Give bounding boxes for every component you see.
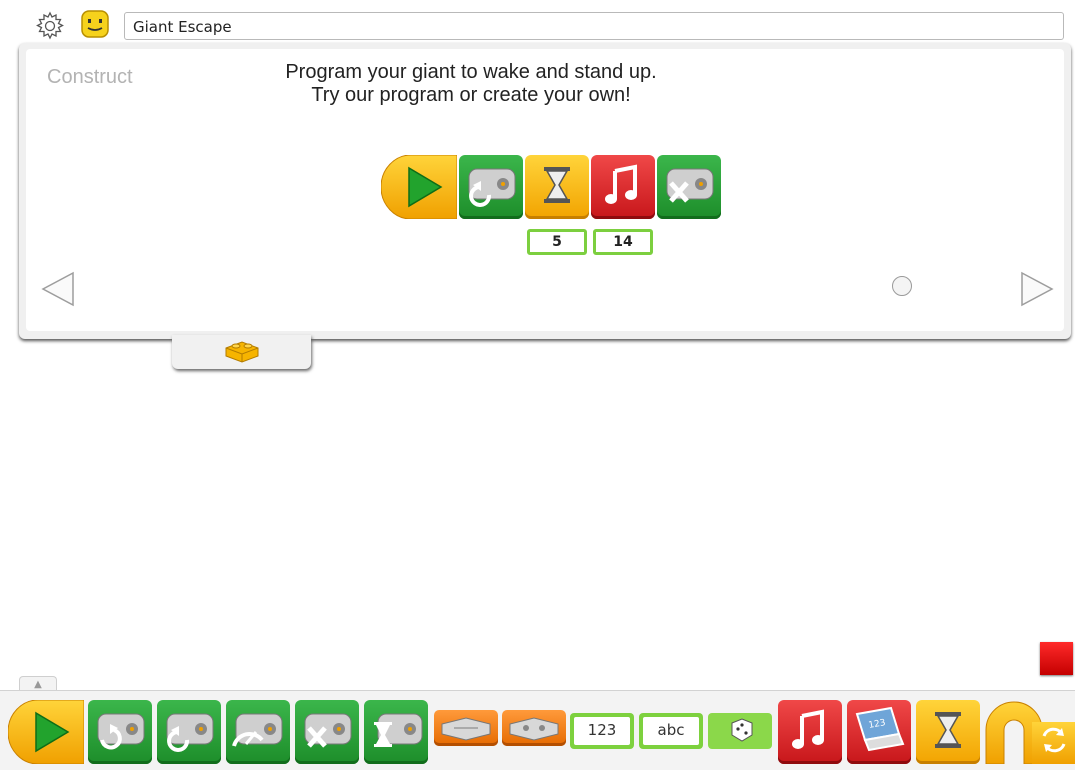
number-input-label: 123: [574, 717, 630, 745]
palette-text-input-block[interactable]: abc: [639, 713, 703, 749]
palette-tilt-sensor-block[interactable]: [434, 710, 498, 746]
palette-wait-for-block[interactable]: [916, 700, 980, 764]
content-page: Construct Program your giant to wake and…: [26, 49, 1064, 331]
previous-page-arrow-icon[interactable]: [39, 269, 79, 309]
project-title-input[interactable]: Giant Escape: [124, 12, 1064, 40]
wait-duration-input[interactable]: 5: [527, 229, 587, 255]
palette-distance-sensor-block[interactable]: [502, 710, 566, 746]
sound-number-input[interactable]: 14: [593, 229, 653, 255]
motor-off-block[interactable]: [657, 155, 721, 219]
instruction-text-line2: Try our program or create your own!: [311, 84, 631, 106]
lego-brick-icon: [224, 338, 260, 364]
section-label: Construct: [47, 66, 133, 88]
palette-repeat-block[interactable]: [984, 700, 1075, 764]
palette-motor-on-for-block[interactable]: [364, 700, 428, 764]
motor-counterclockwise-block[interactable]: [459, 155, 523, 219]
top-bar: Giant Escape: [0, 0, 1075, 46]
start-block[interactable]: [381, 155, 457, 219]
palette-motor-counterclockwise-block[interactable]: [157, 700, 221, 764]
wait-for-block[interactable]: [525, 155, 589, 219]
instruction-text-line1: Program your giant to wake and stand up.: [285, 61, 657, 83]
content-panel: Construct Program your giant to wake and…: [19, 43, 1071, 339]
palette-motor-clockwise-block[interactable]: [88, 700, 152, 764]
palette-motor-off-block[interactable]: [295, 700, 359, 764]
text-input-label: abc: [643, 717, 699, 745]
page-indicator-dot[interactable]: [892, 276, 912, 296]
construct-tab[interactable]: [172, 335, 311, 369]
palette-number-input-block[interactable]: 123: [570, 713, 634, 749]
next-page-arrow-icon[interactable]: [1016, 269, 1056, 309]
palette-random-input-block[interactable]: [708, 713, 772, 749]
settings-gear-icon[interactable]: [34, 10, 66, 42]
palette-play-sound-block[interactable]: [778, 700, 842, 764]
stop-button[interactable]: [1040, 642, 1073, 675]
play-sound-block[interactable]: [591, 155, 655, 219]
palette-start-block[interactable]: [8, 700, 84, 764]
palette-display-block[interactable]: 123: [847, 700, 911, 764]
palette-motor-power-block[interactable]: [226, 700, 290, 764]
profile-face-icon[interactable]: [80, 9, 110, 39]
